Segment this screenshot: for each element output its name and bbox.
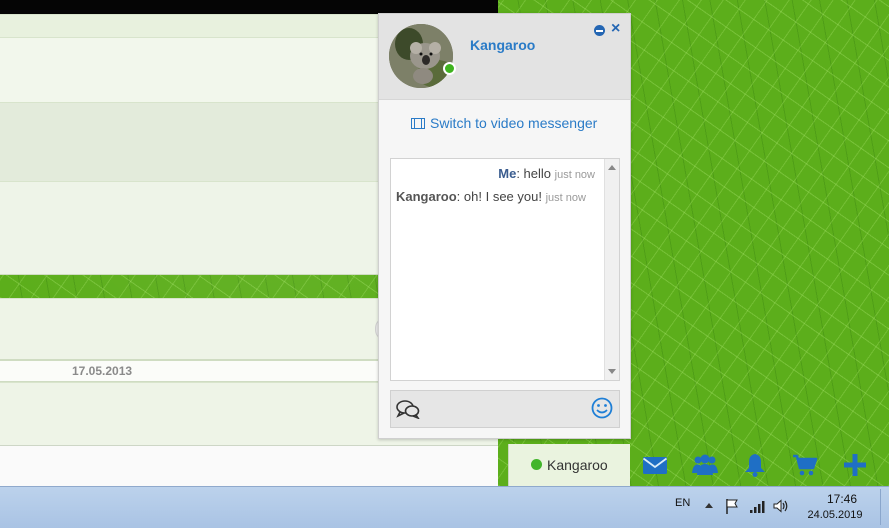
film-icon bbox=[411, 117, 425, 129]
minimize-icon[interactable] bbox=[594, 25, 605, 36]
message-input-bar bbox=[390, 390, 620, 428]
chat-header: Kangaroo × bbox=[379, 14, 630, 100]
clock-date[interactable]: 24.05.2019 bbox=[800, 509, 870, 521]
cart-button[interactable] bbox=[780, 444, 830, 486]
close-icon[interactable]: × bbox=[611, 20, 620, 38]
show-hidden-icons-icon[interactable] bbox=[705, 503, 713, 508]
os-taskbar: EN 17:46 24.05.2019 bbox=[0, 486, 889, 528]
cart-icon bbox=[793, 454, 818, 476]
message-time: just now bbox=[554, 169, 595, 181]
online-status-dot bbox=[443, 62, 456, 75]
koala-photo bbox=[389, 24, 453, 88]
message-scrollbar[interactable] bbox=[604, 159, 619, 380]
chat-bubbles-icon[interactable] bbox=[396, 399, 420, 419]
avatar[interactable] bbox=[389, 24, 453, 88]
chat-window: Kangaroo × Switch to video messenger Me:… bbox=[378, 13, 631, 439]
bell-icon bbox=[745, 454, 765, 477]
top-black-bar bbox=[0, 0, 498, 14]
message-text: hello bbox=[523, 166, 552, 181]
show-desktop-divider[interactable] bbox=[880, 489, 881, 525]
content-panel bbox=[0, 445, 498, 488]
add-button[interactable] bbox=[830, 444, 880, 486]
messages-button[interactable] bbox=[630, 444, 680, 486]
network-signal-icon[interactable] bbox=[748, 497, 766, 515]
volume-icon[interactable] bbox=[772, 497, 790, 515]
message-sender: Kangaroo bbox=[396, 189, 457, 204]
online-status-dot bbox=[531, 459, 542, 470]
contact-tab-name: Kangaroo bbox=[547, 457, 608, 473]
chat-contact-name[interactable]: Kangaroo bbox=[470, 37, 535, 53]
clock-time[interactable]: 17:46 bbox=[812, 492, 872, 506]
friends-button[interactable] bbox=[680, 444, 730, 486]
language-indicator[interactable]: EN bbox=[675, 497, 690, 509]
scroll-down-arrow-icon[interactable] bbox=[608, 369, 616, 374]
message-input[interactable] bbox=[426, 397, 585, 421]
plus-icon bbox=[844, 454, 866, 476]
date-label: 17.05.2013 bbox=[72, 364, 133, 378]
scroll-up-arrow-icon[interactable] bbox=[608, 165, 616, 170]
envelope-icon bbox=[642, 457, 668, 474]
chat-contact-tab[interactable]: Kangaroo bbox=[508, 444, 630, 486]
notifications-button[interactable] bbox=[730, 444, 780, 486]
message-item: Kangaroo: oh! I see you! just now bbox=[396, 189, 586, 204]
action-center-flag-icon[interactable] bbox=[724, 497, 742, 515]
emoji-smile-icon[interactable] bbox=[591, 397, 613, 419]
message-item: Me: hello just now bbox=[498, 166, 595, 181]
switch-video-label: Switch to video messenger bbox=[430, 115, 598, 131]
message-list[interactable]: Me: hello just now Kangaroo: oh! I see y… bbox=[390, 158, 620, 381]
switch-video-link[interactable]: Switch to video messenger bbox=[411, 115, 597, 131]
message-sender: Me bbox=[498, 166, 517, 181]
message-time: just now bbox=[545, 192, 586, 204]
bottom-toolbar bbox=[630, 444, 889, 486]
users-icon bbox=[692, 454, 718, 475]
message-text: oh! I see you! bbox=[463, 189, 542, 204]
